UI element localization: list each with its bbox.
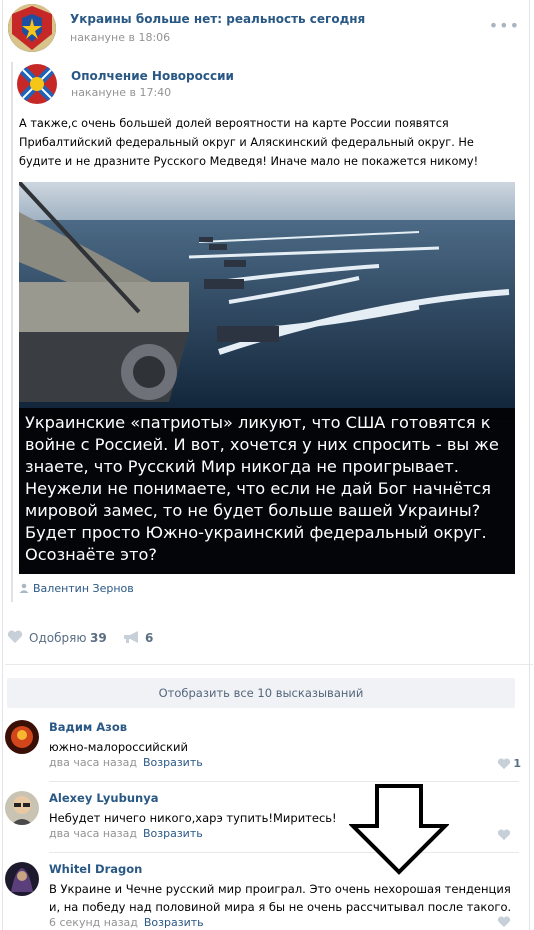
user-icon (19, 583, 29, 593)
comment-time[interactable]: два часа назад (49, 756, 137, 769)
commenter-name[interactable]: Alexey Lyubunya (49, 791, 158, 805)
commenter-name[interactable]: Whitel Dragon (49, 862, 142, 876)
reply-button[interactable]: Возразить (144, 916, 204, 929)
coat-of-arms-icon (8, 4, 56, 52)
reply-button[interactable]: Возразить (143, 756, 203, 769)
repost-author[interactable]: Ополчение Новороссии (71, 69, 234, 83)
divider (5, 664, 533, 665)
comment-time[interactable]: два часа назад (49, 827, 137, 840)
commenter-avatar[interactable] (5, 862, 39, 896)
novorossia-flag-icon (17, 64, 57, 104)
image-caption: Украинские «патриоты» ликуют, что США го… (19, 408, 515, 574)
heart-icon[interactable] (497, 758, 511, 770)
heart-icon[interactable] (7, 630, 23, 644)
share-count: 6 (145, 631, 154, 645)
heart-icon[interactable] (497, 829, 511, 841)
heart-icon[interactable] (497, 916, 511, 928)
group-avatar[interactable] (8, 4, 56, 52)
signer-name[interactable]: Валентин Зернов (33, 582, 134, 595)
signer[interactable]: Валентин Зернов (19, 582, 134, 595)
repost-avatar[interactable] (17, 64, 57, 104)
like-label[interactable]: Одобряю (29, 631, 86, 645)
commenter-avatar[interactable] (5, 791, 39, 825)
comment-meta: два часа назад Возразить (49, 827, 203, 840)
commenter-avatar[interactable] (5, 720, 39, 754)
like-count: 39 (90, 631, 107, 645)
comment: Alexey Lyubunya Небудет ничего никого,ха… (3, 791, 531, 861)
post-image[interactable]: Украинские «патриоты» ликуют, что США го… (19, 182, 515, 574)
reply-button[interactable]: Возразить (143, 827, 203, 840)
post-author[interactable]: Украины больше нет: реальность сегодня (70, 12, 365, 26)
commenter-name[interactable]: Вадим Азов (49, 720, 127, 734)
post-card: Украины больше нет: реальность сегодня н… (2, 0, 533, 930)
more-options-icon[interactable]: ••• (489, 16, 520, 35)
repost-time[interactable]: накануне в 17:40 (71, 86, 171, 99)
down-arrow-icon (349, 784, 449, 875)
comment: Whitel Dragon В Украине и Чечне русский … (3, 862, 531, 930)
comment-meta: 6 секунд назад Возразить (49, 916, 204, 929)
repost-indicator (11, 62, 13, 602)
comment-time[interactable]: 6 секунд назад (49, 916, 138, 929)
comment-meta: два часа назад Возразить (49, 756, 203, 769)
post-time[interactable]: накануне в 18:06 (70, 31, 170, 44)
comment: Вадим Азов южно-малороссийский два часа … (3, 720, 531, 790)
repost-header: Ополчение Новороссии накануне в 17:40 (17, 64, 517, 104)
post-header: Украины больше нет: реальность сегодня н… (8, 4, 528, 54)
post-actions: Одобряю 39 6 (7, 630, 527, 648)
comment-like-count: 1 (513, 757, 521, 770)
show-all-comments-button[interactable]: Отобразить все 10 высказываний (7, 678, 515, 708)
comment-text: южно-малороссийский (49, 740, 188, 754)
post-text: А также,с очень большей долей вероятност… (19, 117, 479, 168)
comment-text: В Украине и Чечне русский мир проиграл. … (49, 882, 512, 914)
megaphone-icon[interactable] (123, 630, 139, 644)
comment-separator (49, 781, 519, 782)
